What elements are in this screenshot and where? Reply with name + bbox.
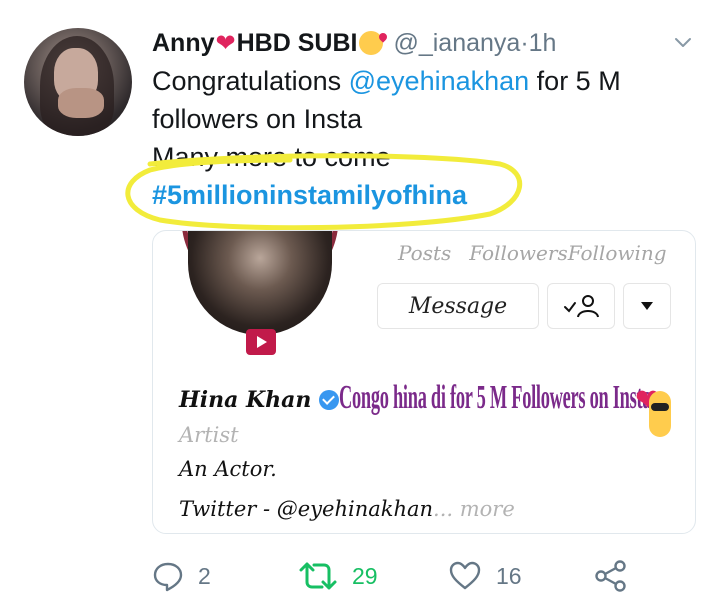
message-button: Message bbox=[377, 283, 539, 329]
reply-icon bbox=[153, 562, 183, 592]
dropdown-arrow-icon bbox=[623, 283, 671, 329]
add-friend-icon bbox=[547, 283, 615, 329]
chevron-down-icon[interactable] bbox=[674, 34, 692, 52]
mention-link[interactable]: @eyehinakhan bbox=[349, 66, 530, 96]
tweet-text-line2: followers on Insta bbox=[152, 104, 363, 134]
highlight-scribble bbox=[125, 153, 523, 231]
bio-line-1: An Actor. bbox=[179, 457, 277, 481]
user-avatar[interactable] bbox=[24, 28, 132, 136]
tweet-time[interactable]: 1h bbox=[529, 29, 557, 58]
display-name-suffix[interactable]: HBD SUBI bbox=[237, 29, 358, 58]
profile-category: Artist bbox=[179, 423, 239, 447]
heart-emoji: ❤ bbox=[215, 29, 236, 57]
like-icon bbox=[449, 561, 481, 590]
reply-count: 2 bbox=[198, 562, 211, 589]
kiss-emoji-icon bbox=[359, 31, 384, 55]
share-icon bbox=[595, 560, 626, 592]
retweet-count: 29 bbox=[352, 562, 378, 589]
sunglasses-emoji-icon bbox=[649, 391, 671, 437]
instagram-screenshot-card[interactable]: Posts FollowersFollowing Message Hina Kha… bbox=[152, 230, 696, 534]
profile-name: Hina Khan bbox=[179, 387, 312, 413]
verified-badge-icon bbox=[319, 390, 340, 410]
retweet-button[interactable]: 29 bbox=[298, 558, 378, 594]
stat-following: Following bbox=[567, 241, 667, 265]
user-handle[interactable]: @_iananya bbox=[393, 29, 520, 58]
bio-line-2: Twitter - @eyehinakhan... more bbox=[179, 497, 515, 521]
share-button[interactable] bbox=[594, 558, 628, 594]
tweet-actions: 2 29 16 bbox=[152, 558, 692, 594]
reply-button[interactable]: 2 bbox=[152, 558, 211, 594]
bio-more: ... more bbox=[433, 497, 515, 521]
display-name[interactable]: Anny bbox=[152, 29, 215, 58]
tweet-text-line1: Congratulations @eyehinakhan for 5 M bbox=[152, 66, 621, 96]
overlay-caption: Congo hina di for 5 M Followers on Insta bbox=[339, 379, 652, 416]
profile-name-row: Hina Khan bbox=[179, 387, 340, 413]
tweet-header: Anny ❤ HBD SUBI @_iananya · 1h bbox=[152, 28, 556, 58]
stat-posts: Posts bbox=[398, 241, 452, 265]
play-icon bbox=[246, 329, 276, 355]
time-separator: · bbox=[520, 28, 529, 57]
like-count: 16 bbox=[496, 562, 522, 589]
like-button[interactable]: 16 bbox=[448, 558, 522, 594]
profile-stats: Posts FollowersFollowing bbox=[398, 241, 685, 265]
retweet-icon bbox=[299, 562, 337, 590]
stat-followers: Followers bbox=[469, 241, 568, 265]
avatar-hand bbox=[58, 88, 104, 118]
